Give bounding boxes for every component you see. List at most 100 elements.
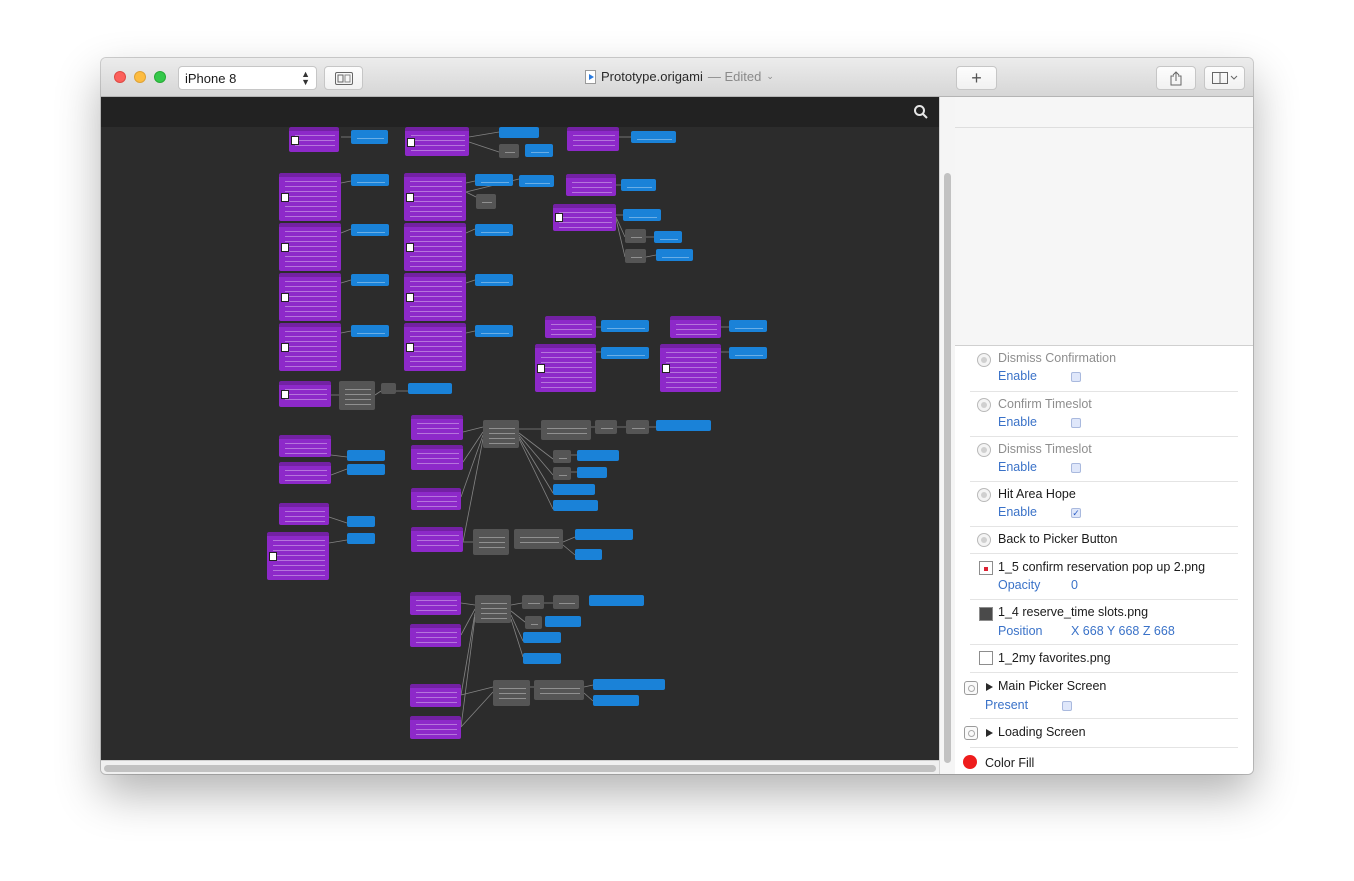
enable-checkbox[interactable] <box>1071 372 1081 382</box>
patch-node[interactable] <box>475 325 513 337</box>
patch-node[interactable] <box>483 420 519 448</box>
patch-node[interactable] <box>499 144 519 158</box>
patch-node[interactable] <box>347 533 375 544</box>
layer-row[interactable]: Back to Picker Button <box>970 527 1238 554</box>
patch-node[interactable] <box>545 616 581 627</box>
patch-node[interactable] <box>279 435 331 457</box>
maximize-window-button[interactable] <box>154 71 166 83</box>
patch-node[interactable] <box>595 420 617 434</box>
patch-node[interactable] <box>279 503 329 525</box>
patch-node[interactable] <box>654 231 682 243</box>
patch-editor-canvas[interactable] <box>101 97 939 760</box>
patch-node[interactable] <box>534 680 584 700</box>
patch-node[interactable] <box>553 467 571 480</box>
patch-node[interactable] <box>381 383 396 394</box>
patch-node[interactable] <box>351 224 389 236</box>
device-selector[interactable]: iPhone 8 ▲ ▼ <box>178 66 317 90</box>
patch-node[interactable] <box>279 273 341 321</box>
patch-node[interactable] <box>553 450 571 463</box>
patch-node[interactable] <box>514 529 563 549</box>
patch-node[interactable] <box>475 595 511 623</box>
patch-node[interactable] <box>347 464 385 475</box>
patch-node[interactable] <box>404 173 466 221</box>
patch-node[interactable] <box>404 273 466 321</box>
patch-node[interactable] <box>411 527 463 552</box>
patch-node[interactable] <box>475 274 513 286</box>
view-options-button[interactable] <box>1204 66 1245 90</box>
patch-node[interactable] <box>525 144 553 157</box>
patch-node[interactable] <box>279 223 341 271</box>
layer-row[interactable]: 1_2my favorites.png <box>970 645 1238 673</box>
enable-checkbox[interactable]: ✓ <box>1071 508 1081 518</box>
patch-node[interactable] <box>575 529 633 540</box>
patch-node[interactable] <box>475 224 513 236</box>
vertical-scrollbar[interactable] <box>939 97 955 774</box>
patch-node[interactable] <box>351 174 389 186</box>
patch-node[interactable] <box>522 595 544 609</box>
patch-node[interactable] <box>493 680 530 706</box>
patch-node[interactable] <box>347 516 375 527</box>
patch-node[interactable] <box>351 325 389 337</box>
patch-node[interactable] <box>279 381 331 407</box>
patch-node[interactable] <box>404 323 466 371</box>
patch-node[interactable] <box>577 450 619 461</box>
patch-node[interactable] <box>625 229 646 243</box>
patch-node[interactable] <box>410 592 461 615</box>
add-patch-button[interactable]: + <box>956 66 997 90</box>
patch-node[interactable] <box>410 624 461 647</box>
patch-node[interactable] <box>523 632 561 643</box>
patch-node[interactable] <box>519 175 554 187</box>
layer-row[interactable]: 1_5 confirm reservation pop up 2.png Opa… <box>970 554 1238 600</box>
patch-node[interactable] <box>656 249 693 261</box>
patch-node[interactable] <box>566 174 616 196</box>
patch-node[interactable] <box>553 500 598 511</box>
enable-checkbox[interactable] <box>1071 463 1081 473</box>
minimize-window-button[interactable] <box>134 71 146 83</box>
document-title[interactable]: Prototype.origami — Edited ⌄ <box>585 69 774 84</box>
close-window-button[interactable] <box>114 71 126 83</box>
patch-node[interactable] <box>589 595 644 606</box>
patch-node[interactable] <box>405 127 469 156</box>
patch-node[interactable] <box>631 131 676 143</box>
patch-node[interactable] <box>553 204 616 231</box>
layer-row[interactable]: Loading Screen <box>964 719 1238 748</box>
layer-row[interactable]: Main Picker Screen Present <box>964 673 1238 719</box>
patch-node[interactable] <box>567 127 619 151</box>
patch-node[interactable] <box>499 127 539 138</box>
disclosure-triangle-icon[interactable] <box>986 729 993 737</box>
scroll-thumb[interactable] <box>944 173 951 763</box>
opacity-value[interactable]: 0 <box>1071 578 1078 592</box>
patch-node[interactable] <box>541 420 591 440</box>
patch-node[interactable] <box>626 420 649 434</box>
layer-row[interactable]: Dismiss Confirmation Enable <box>970 347 1238 392</box>
patch-node[interactable] <box>351 274 389 286</box>
layer-row[interactable]: Confirm Timeslot Enable <box>970 392 1238 437</box>
patch-node[interactable] <box>404 223 466 271</box>
patch-node[interactable] <box>656 420 711 431</box>
position-value[interactable]: X 668 Y 668 Z 668 <box>1071 624 1175 638</box>
patch-node[interactable] <box>473 529 509 555</box>
patch-node[interactable] <box>593 679 665 690</box>
patch-node[interactable] <box>575 549 602 560</box>
patch-node[interactable] <box>577 467 607 478</box>
patch-node[interactable] <box>279 462 331 484</box>
share-button[interactable] <box>1156 66 1196 90</box>
patch-node[interactable] <box>525 616 542 629</box>
patch-node[interactable] <box>267 532 329 580</box>
disclosure-triangle-icon[interactable] <box>986 683 993 691</box>
enable-checkbox[interactable] <box>1071 418 1081 428</box>
layer-row[interactable]: 1_4 reserve_time slots.png Position X 66… <box>970 600 1238 645</box>
patch-node[interactable] <box>476 194 496 209</box>
patch-node[interactable] <box>660 344 721 392</box>
patch-node[interactable] <box>475 174 513 186</box>
patch-node[interactable] <box>601 320 649 332</box>
patch-node[interactable] <box>410 684 461 707</box>
toggle-viewer-button[interactable] <box>324 66 363 90</box>
patch-node[interactable] <box>411 415 463 440</box>
patch-node[interactable] <box>601 347 649 359</box>
patch-node[interactable] <box>623 209 661 221</box>
patch-node[interactable] <box>593 695 639 706</box>
patch-node[interactable] <box>289 127 339 152</box>
patch-node[interactable] <box>523 653 561 664</box>
patch-node[interactable] <box>347 450 385 461</box>
